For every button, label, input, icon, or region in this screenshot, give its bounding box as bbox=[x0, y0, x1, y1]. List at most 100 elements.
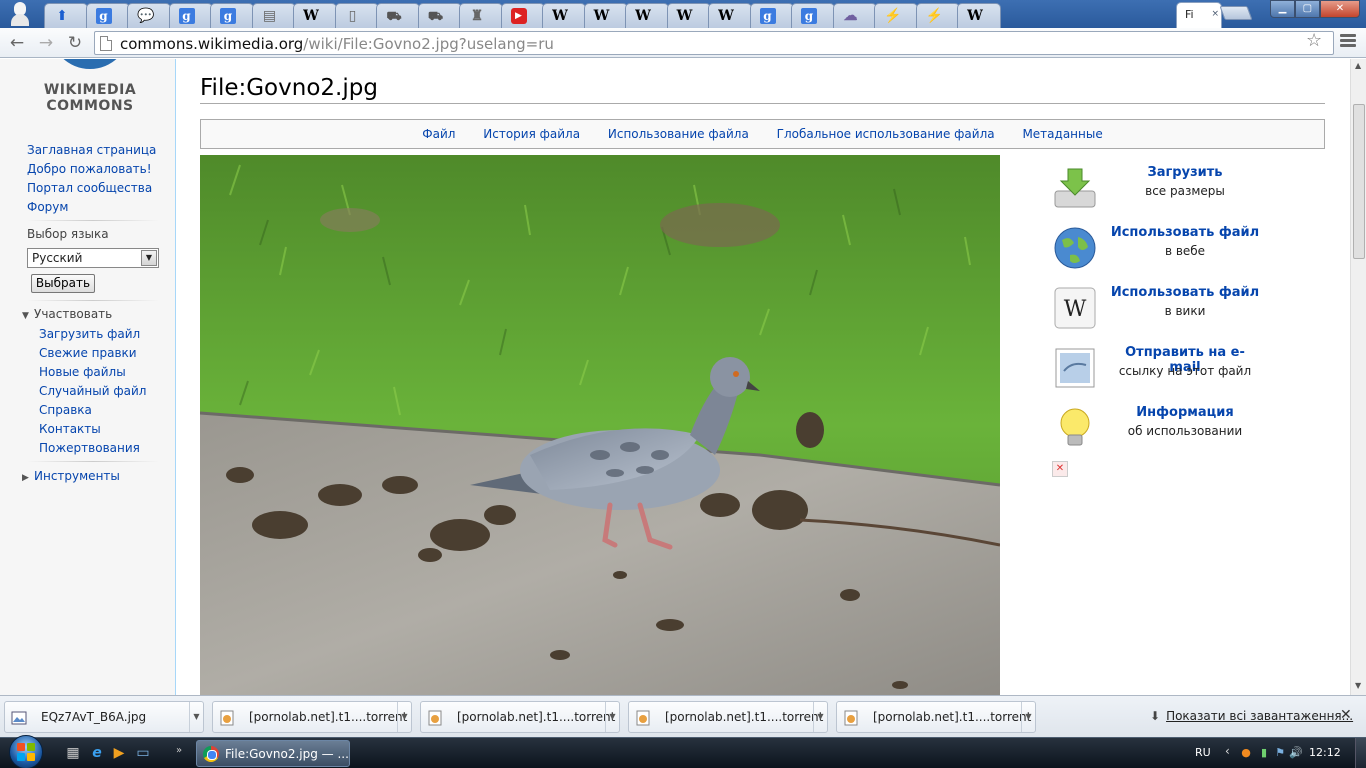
browser-tab[interactable]: g bbox=[85, 3, 130, 28]
participate-heading[interactable]: ▼ Участвовать bbox=[22, 307, 112, 321]
chevron-down-icon[interactable]: ▼ bbox=[1021, 702, 1035, 732]
toc-global-usage[interactable]: Глобальное использование файла bbox=[777, 120, 995, 148]
browser-tab[interactable]: ▯ bbox=[334, 3, 379, 28]
clock[interactable]: 12:12 bbox=[1309, 746, 1341, 759]
sidebar-link-new-files[interactable]: Новые файлы bbox=[39, 363, 179, 382]
browser-tab[interactable]: 💬 bbox=[127, 3, 171, 28]
file-tool-download[interactable]: Загрузить все размеры bbox=[1052, 165, 1312, 215]
sidebar-link-upload[interactable]: Загрузить файл bbox=[39, 325, 179, 344]
toc-file[interactable]: Файл bbox=[422, 120, 455, 148]
toc-file-usage[interactable]: Использование файла bbox=[608, 120, 749, 148]
download-item[interactable]: [pornolab.net].t1....torrent ▼ bbox=[836, 701, 1036, 733]
browser-tab[interactable]: W bbox=[708, 3, 752, 28]
language-indicator[interactable]: RU bbox=[1195, 746, 1211, 759]
browser-tab[interactable]: W bbox=[666, 3, 711, 28]
file-tool-use-wiki[interactable]: W Использовать файл в вики bbox=[1052, 285, 1312, 335]
browser-tab[interactable]: ⛟ bbox=[376, 3, 420, 28]
sidebar-link-forum[interactable]: Форум bbox=[27, 198, 167, 217]
new-tab-button[interactable] bbox=[1219, 6, 1253, 20]
browser-tab[interactable]: ⚡ bbox=[915, 3, 960, 28]
browser-tab[interactable]: ▤ bbox=[251, 3, 296, 28]
volume-icon[interactable]: 🔊 bbox=[1289, 746, 1303, 760]
chevron-down-icon[interactable]: ▼ bbox=[605, 702, 619, 732]
sidebar-link-portal[interactable]: Портал сообщества bbox=[27, 179, 167, 198]
browser-tab[interactable]: W bbox=[583, 3, 628, 28]
show-desktop-button[interactable] bbox=[1355, 738, 1366, 768]
profile-icon[interactable] bbox=[8, 0, 32, 26]
close-icon[interactable]: ✕ bbox=[1340, 707, 1352, 723]
close-window-button[interactable]: ✕ bbox=[1319, 0, 1360, 18]
tray-chevron-icon[interactable]: ‹ bbox=[1225, 744, 1230, 758]
tray-network-icon[interactable]: ▮ bbox=[1257, 746, 1271, 760]
chevron-down-icon[interactable]: ▼ bbox=[189, 702, 203, 732]
file-tool-download-title[interactable]: Загрузить bbox=[1110, 165, 1260, 180]
file-tool-info-title[interactable]: Информация bbox=[1110, 405, 1260, 420]
language-submit-button[interactable]: Выбрать bbox=[31, 274, 95, 293]
tray-app-icon[interactable]: ● bbox=[1239, 746, 1253, 760]
file-tool-use-web[interactable]: Использовать файл в вебе bbox=[1052, 225, 1312, 275]
explorer-icon[interactable]: ▦ bbox=[64, 744, 82, 762]
browser-tab[interactable]: ⛟ bbox=[417, 3, 462, 28]
media-player-icon[interactable]: ▶ bbox=[110, 744, 128, 762]
download-item[interactable]: EQz7AvT_B6A.jpg ▼ bbox=[4, 701, 204, 733]
start-button[interactable] bbox=[2, 732, 52, 768]
browser-tab[interactable]: W bbox=[542, 3, 586, 28]
browser-tab[interactable]: ☁ bbox=[832, 3, 877, 28]
sidebar-link-contacts[interactable]: Контакты bbox=[39, 420, 179, 439]
address-bar[interactable]: commons.wikimedia.org/wiki/File:Govno2.j… bbox=[94, 31, 1334, 55]
browser-tab[interactable]: g bbox=[749, 3, 794, 28]
file-tool-email[interactable]: Отправить на e-mail ссылку на этот файл bbox=[1052, 345, 1312, 395]
maximize-button[interactable]: ▢ bbox=[1294, 0, 1320, 18]
forward-button[interactable]: → bbox=[35, 32, 57, 54]
chevron-down-icon[interactable]: ▼ bbox=[397, 702, 411, 732]
browser-tab[interactable]: g bbox=[791, 3, 835, 28]
more-icon[interactable]: » bbox=[176, 745, 182, 756]
file-image[interactable] bbox=[200, 155, 1000, 695]
sidebar-link-welcome[interactable]: Добро пожаловать! bbox=[27, 160, 167, 179]
sidebar-link-main[interactable]: Заглавная страница bbox=[27, 141, 167, 160]
browser-tab[interactable]: W bbox=[293, 3, 337, 28]
menu-icon[interactable] bbox=[1338, 32, 1358, 52]
active-tab[interactable]: Fi × bbox=[1176, 2, 1222, 28]
file-tool-use-web-title[interactable]: Использовать файл bbox=[1110, 225, 1260, 240]
file-tool-use-wiki-title[interactable]: Использовать файл bbox=[1110, 285, 1260, 300]
browser-tab[interactable]: ▶ bbox=[500, 3, 545, 28]
internet-explorer-icon[interactable]: e bbox=[88, 744, 106, 762]
browser-tab[interactable]: g bbox=[210, 3, 254, 28]
download-item[interactable]: [pornolab.net].t1....torrent ▼ bbox=[212, 701, 412, 733]
vertical-scrollbar[interactable]: ▲ ▼ bbox=[1350, 59, 1366, 695]
browser-tab[interactable]: ⚡ bbox=[874, 3, 918, 28]
tray-flag-icon[interactable]: ⚑ bbox=[1273, 746, 1287, 760]
bookmark-star-icon[interactable]: ☆ bbox=[1306, 30, 1322, 51]
sidebar-link-help[interactable]: Справка bbox=[39, 401, 179, 420]
sidebar-link-donate[interactable]: Пожертвования bbox=[39, 439, 179, 458]
show-desktop-icon[interactable]: ▭ bbox=[134, 744, 152, 762]
chevron-down-icon[interactable]: ▼ bbox=[141, 250, 157, 266]
browser-tab[interactable]: W bbox=[625, 3, 669, 28]
browser-tab[interactable]: W bbox=[957, 3, 1001, 28]
commons-logo[interactable]: WIKIMEDIA COMMONS bbox=[28, 59, 152, 119]
browser-tab[interactable]: ⬆ bbox=[44, 3, 88, 28]
download-item[interactable]: [pornolab.net].t1....torrent ▼ bbox=[628, 701, 828, 733]
show-all-downloads-link[interactable]: ⬇ Показати всі завантаження... bbox=[1150, 709, 1353, 723]
back-button[interactable]: ← bbox=[6, 32, 28, 54]
toc-file-history[interactable]: История файла bbox=[483, 120, 580, 148]
browser-tab[interactable]: ♜ bbox=[459, 3, 503, 28]
scrollbar-thumb[interactable] bbox=[1353, 104, 1365, 259]
taskbar-chrome-window[interactable]: File:Govno2.jpg — ... bbox=[196, 740, 350, 767]
close-tab-icon[interactable]: × bbox=[1211, 7, 1219, 21]
minimize-button[interactable]: ▁ bbox=[1270, 0, 1295, 18]
reload-button[interactable]: ↻ bbox=[64, 32, 86, 54]
close-icon[interactable]: ✕ bbox=[1052, 461, 1068, 477]
file-tool-info[interactable]: Информация об использовании bbox=[1052, 405, 1312, 455]
scroll-up-icon[interactable]: ▲ bbox=[1355, 61, 1361, 70]
chevron-down-icon[interactable]: ▼ bbox=[813, 702, 827, 732]
browser-tab[interactable]: g bbox=[168, 3, 213, 28]
language-select[interactable]: Русский ▼ bbox=[27, 248, 159, 268]
sidebar-link-random-file[interactable]: Случайный файл bbox=[39, 382, 179, 401]
url-text[interactable]: commons.wikimedia.org/wiki/File:Govno2.j… bbox=[120, 35, 554, 53]
tools-heading[interactable]: ▶ Инструменты bbox=[22, 469, 120, 483]
toc-metadata[interactable]: Метаданные bbox=[1022, 120, 1102, 148]
download-item[interactable]: [pornolab.net].t1....torrent ▼ bbox=[420, 701, 620, 733]
sidebar-link-recent-changes[interactable]: Свежие правки bbox=[39, 344, 179, 363]
